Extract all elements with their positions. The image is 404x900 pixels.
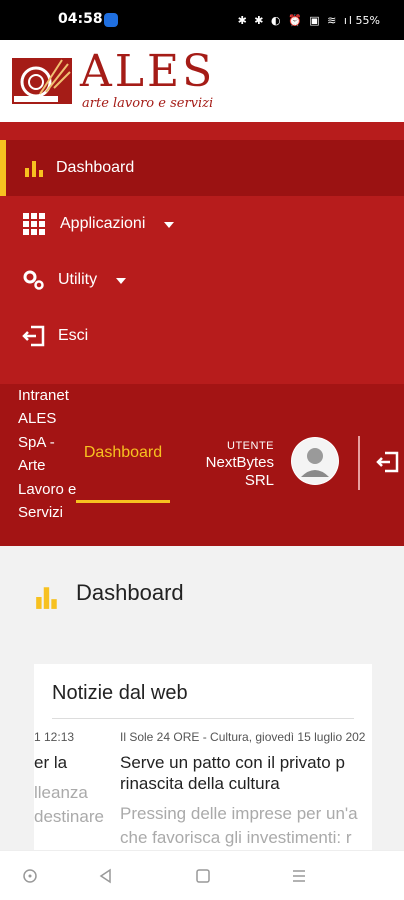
top-bar: Intranet ALES SpA - Arte Lavoro e Serviz… bbox=[0, 384, 404, 546]
news-item[interactable]: Il Sole 24 ORE - Cultura, giovedì 15 lug… bbox=[120, 730, 372, 850]
main-nav: Dashboard Applicazioni Utility Esci bbox=[0, 122, 404, 384]
home-icon[interactable] bbox=[193, 866, 213, 886]
recents-icon[interactable] bbox=[289, 866, 309, 886]
brand-subtitle: arte lavoro e servizi bbox=[82, 96, 214, 111]
avatar[interactable] bbox=[291, 437, 339, 485]
chevron-down-icon bbox=[164, 222, 174, 228]
tab-dashboard[interactable]: Dashboard bbox=[76, 444, 170, 462]
logout-icon[interactable] bbox=[376, 450, 400, 474]
news-card: Notizie dal web 1 12:13 er la lleanza de… bbox=[34, 664, 372, 850]
nav-label: Dashboard bbox=[56, 159, 135, 176]
divider bbox=[52, 718, 354, 719]
logo-header: ALES arte lavoro e servizi bbox=[0, 40, 404, 122]
news-summary: lleanza destinare bbox=[34, 783, 104, 826]
messenger-icon bbox=[104, 13, 118, 27]
bar-chart-icon bbox=[36, 587, 57, 609]
active-tab-indicator bbox=[76, 500, 170, 503]
news-summary: Pressing delle imprese per un'a che favo… bbox=[120, 804, 358, 847]
news-meta: Il Sole 24 ORE - Cultura, giovedì 15 lug… bbox=[120, 730, 366, 744]
user-avatar-icon bbox=[292, 438, 338, 484]
nav-label: Utility bbox=[58, 271, 98, 288]
logout-icon bbox=[22, 325, 45, 347]
nav-item-esci[interactable]: Esci bbox=[0, 308, 404, 364]
user-caption: UTENTE bbox=[227, 440, 274, 452]
battery-level: 55% bbox=[355, 14, 380, 27]
news-headline: Serve un patto con il privato p rinascit… bbox=[120, 753, 345, 793]
gears-icon bbox=[23, 270, 44, 290]
system-nav-bar bbox=[0, 850, 404, 900]
user-name: NextBytes SRL bbox=[205, 454, 274, 489]
back-icon[interactable] bbox=[96, 866, 116, 886]
bar-chart-icon bbox=[25, 161, 43, 177]
nav-label: Applicazioni bbox=[60, 215, 146, 232]
page-content: Dashboard Notizie dal web 1 12:13 er la … bbox=[0, 546, 404, 850]
page-title: Dashboard bbox=[76, 580, 184, 605]
news-meta: 1 12:13 bbox=[34, 730, 75, 744]
nav-item-utility[interactable]: Utility bbox=[0, 252, 404, 308]
system-icons: ✱ ✱ ◐ ⏰ ▣ ≋ ıl bbox=[237, 14, 354, 27]
assistant-icon[interactable] bbox=[20, 866, 40, 886]
brand-title: ALES bbox=[80, 46, 216, 97]
site-title[interactable]: Intranet ALES SpA - Arte Lavoro e Serviz… bbox=[18, 384, 82, 524]
nav-item-dashboard[interactable]: Dashboard bbox=[0, 140, 404, 196]
nav-label: Esci bbox=[58, 327, 89, 344]
grid-icon bbox=[23, 213, 45, 235]
chevron-down-icon bbox=[116, 278, 126, 284]
status-time: 04:58 bbox=[58, 11, 103, 27]
divider bbox=[358, 436, 360, 490]
status-bar: 04:58 ✱ ✱ ◐ ⏰ ▣ ≋ ıl 55% bbox=[0, 0, 404, 40]
news-item[interactable]: 1 12:13 er la lleanza destinare bbox=[34, 730, 114, 829]
card-title: Notizie dal web bbox=[52, 682, 188, 704]
ales-logo-icon[interactable] bbox=[10, 52, 74, 110]
news-headline: er la bbox=[34, 753, 68, 772]
nav-item-applicazioni[interactable]: Applicazioni bbox=[0, 196, 404, 252]
